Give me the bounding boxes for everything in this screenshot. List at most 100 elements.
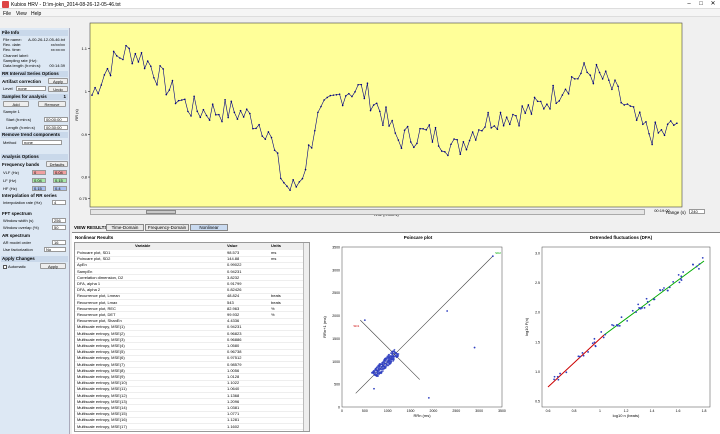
rr-point bbox=[669, 120, 672, 122]
rr-series-plot[interactable]: 1.110.90.80.7500:15:0000:16:0000:17:0000… bbox=[72, 17, 720, 217]
table-row[interactable]: Multiscale entropy, MSE(18) 1.2052 bbox=[75, 430, 303, 431]
ar-order-input[interactable]: 16 bbox=[52, 240, 66, 245]
dfa-point bbox=[668, 286, 671, 289]
close-button[interactable]: ✕ bbox=[708, 1, 718, 8]
rr-point bbox=[570, 76, 573, 78]
tab-time-domain[interactable]: Time-Domain bbox=[106, 224, 144, 231]
maximize-button[interactable]: □ bbox=[696, 1, 706, 8]
artifact-level-select[interactable]: none bbox=[16, 86, 46, 91]
poincare-point bbox=[392, 357, 395, 360]
tab-nonlinear[interactable]: Nonlinear bbox=[190, 224, 228, 231]
rr-point bbox=[112, 50, 115, 53]
rr-point bbox=[267, 131, 270, 133]
sample-name: Sample 1 bbox=[3, 109, 20, 114]
scrollbar-thumb[interactable] bbox=[146, 210, 176, 214]
dfa-point bbox=[577, 355, 580, 358]
rr-point bbox=[543, 108, 545, 110]
y-tick-label: 2500 bbox=[332, 291, 340, 295]
results-tabs: VIEW RESULTS Time-Domain Frequency-Domai… bbox=[72, 222, 720, 232]
poincare-point bbox=[387, 360, 390, 363]
dfa-point bbox=[659, 289, 662, 292]
rr-point bbox=[103, 74, 106, 76]
rr-point bbox=[276, 152, 279, 154]
add-sample-button[interactable]: Add bbox=[3, 101, 29, 107]
hf-label: HF (Hz) bbox=[3, 186, 17, 191]
range-input[interactable]: 240 bbox=[689, 209, 705, 214]
window-overlap-label: Window overlap (%) bbox=[3, 225, 39, 230]
poincare-point bbox=[373, 373, 376, 376]
rr-point bbox=[292, 178, 294, 181]
rr-point bbox=[397, 139, 400, 141]
rr-point bbox=[214, 113, 217, 116]
interp-input[interactable]: 4 bbox=[52, 200, 66, 205]
window-width-input[interactable]: 256 bbox=[52, 218, 66, 223]
x-tick-label: 0 bbox=[341, 409, 343, 413]
dfa-point bbox=[559, 372, 561, 375]
poincare-point bbox=[473, 346, 476, 349]
automatic-checkbox[interactable]: Automatic bbox=[3, 264, 26, 269]
vlf-high-input[interactable]: 0.04 bbox=[53, 170, 67, 175]
rr-point bbox=[660, 129, 663, 131]
window-overlap-input[interactable]: 50 bbox=[52, 225, 66, 230]
undo-button[interactable]: Undo bbox=[48, 86, 68, 92]
dfa-point bbox=[626, 319, 629, 322]
dfa-point bbox=[612, 324, 615, 327]
poincare-point bbox=[388, 362, 391, 365]
hf-high-input[interactable]: 0.4 bbox=[53, 186, 67, 191]
poincare-plot[interactable]: 0 500 1000 1500 2000 2500 3000 3500 3500 3000 2500… bbox=[318, 239, 518, 434]
range-label: Range (s) bbox=[666, 210, 686, 215]
apply-button[interactable]: Apply bbox=[48, 78, 68, 84]
rr-point bbox=[434, 126, 437, 129]
poincare-point bbox=[375, 373, 378, 376]
vlf-label: VLF (Hz) bbox=[3, 170, 19, 175]
length-input[interactable]: 00:30:00 bbox=[44, 125, 68, 130]
table-header: Variable Value Units bbox=[75, 243, 303, 250]
poincare-point bbox=[396, 355, 399, 358]
checkbox-icon[interactable] bbox=[3, 264, 7, 269]
start-input[interactable]: 00:00:00 bbox=[44, 117, 68, 122]
results-panel: Nonlinear Results Variable Value Units P… bbox=[72, 232, 720, 434]
lf-low-input[interactable]: 0.04 bbox=[32, 178, 46, 183]
time-scrollbar[interactable] bbox=[90, 209, 645, 215]
rr-point bbox=[481, 129, 483, 132]
rr-point bbox=[518, 125, 520, 127]
method-select[interactable]: none bbox=[22, 140, 62, 145]
menu-file[interactable]: File bbox=[3, 11, 11, 17]
ar-fact-select[interactable]: No bbox=[44, 247, 66, 252]
poincare-point bbox=[397, 353, 400, 355]
rr-point bbox=[437, 145, 440, 147]
dfa-point bbox=[553, 375, 556, 378]
dfa-point bbox=[604, 333, 607, 336]
rr-point bbox=[499, 111, 502, 114]
dfa-plot[interactable]: 0.6 0.8 1 1.2 1.4 1.6 1.83.02.52.01.51.00.5log… bbox=[522, 239, 720, 434]
rr-point bbox=[258, 123, 260, 126]
tab-frequency-domain[interactable]: Frequency-Domain bbox=[145, 224, 189, 231]
poincare-point bbox=[427, 396, 430, 399]
rr-point bbox=[521, 105, 523, 107]
dfa-point bbox=[698, 263, 701, 266]
hf-low-input[interactable]: 0.15 bbox=[32, 186, 46, 191]
remove-sample-button[interactable]: Remove bbox=[38, 101, 66, 107]
vlf-low-input[interactable]: 0 bbox=[32, 170, 46, 175]
poincare-point bbox=[385, 362, 388, 365]
lf-high-input[interactable]: 0.15 bbox=[53, 178, 67, 183]
minimize-button[interactable]: – bbox=[684, 1, 694, 8]
rr-point bbox=[468, 139, 471, 142]
rr-point bbox=[261, 135, 264, 137]
rr-point bbox=[487, 111, 489, 114]
rr-point bbox=[227, 116, 229, 119]
y-tick-label: 3.0 bbox=[535, 252, 540, 256]
menu-help[interactable]: Help bbox=[31, 11, 41, 17]
rr-point bbox=[193, 95, 195, 98]
poincare-point bbox=[393, 350, 395, 353]
table-scrollbar[interactable] bbox=[303, 243, 309, 431]
rr-point bbox=[122, 58, 124, 61]
rr-point bbox=[252, 127, 254, 130]
rr-point bbox=[242, 116, 245, 118]
apply-changes-button[interactable]: Apply bbox=[40, 263, 66, 269]
menu-view[interactable]: View bbox=[16, 11, 27, 17]
rr-point bbox=[589, 74, 592, 76]
defaults-button[interactable]: Defaults bbox=[46, 161, 68, 167]
rr-point bbox=[515, 115, 517, 117]
rr-point bbox=[573, 78, 576, 80]
